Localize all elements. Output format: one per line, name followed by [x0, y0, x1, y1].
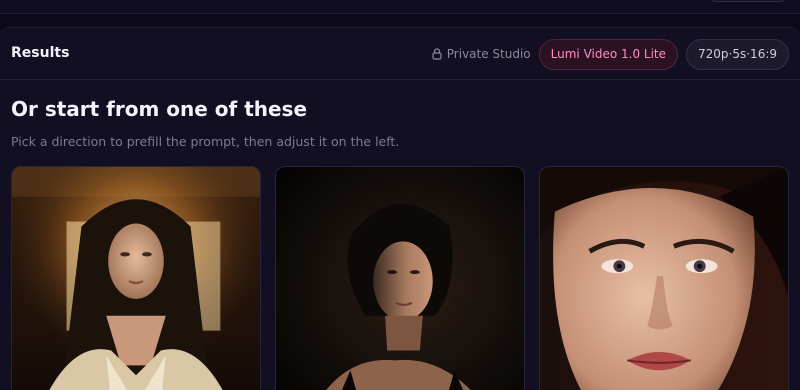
results-title: Results: [11, 45, 70, 61]
model-selector-button[interactable]: Lumi Video 1.0 Lite: [538, 38, 679, 70]
template-image-warm-portrait: [12, 167, 260, 390]
section-title: Or start from one of these: [11, 97, 308, 121]
top-toolbar-strip: [0, 0, 800, 14]
template-card-shadow-portrait[interactable]: [275, 166, 525, 390]
video-settings-button[interactable]: 720p·5s·16:9: [686, 38, 789, 70]
private-studio-indicator: Private Studio: [432, 47, 531, 61]
template-image-shadow-portrait: [276, 167, 524, 390]
results-panel: Results Private Studio Lumi Video 1.0 Li…: [0, 27, 800, 390]
toolbar-button-edge[interactable]: [708, 0, 788, 2]
template-card-closeup-portrait[interactable]: [539, 166, 789, 390]
header-controls: Private Studio Lumi Video 1.0 Lite 720p·…: [432, 38, 789, 70]
section-subtitle: Pick a direction to prefill the prompt, …: [11, 134, 400, 149]
template-card-warm-backlit[interactable]: [11, 166, 261, 390]
template-image-closeup-portrait: [540, 167, 788, 390]
lock-icon: [432, 48, 442, 60]
private-studio-label: Private Studio: [446, 47, 531, 61]
results-header: Results Private Studio Lumi Video 1.0 Li…: [0, 28, 800, 80]
